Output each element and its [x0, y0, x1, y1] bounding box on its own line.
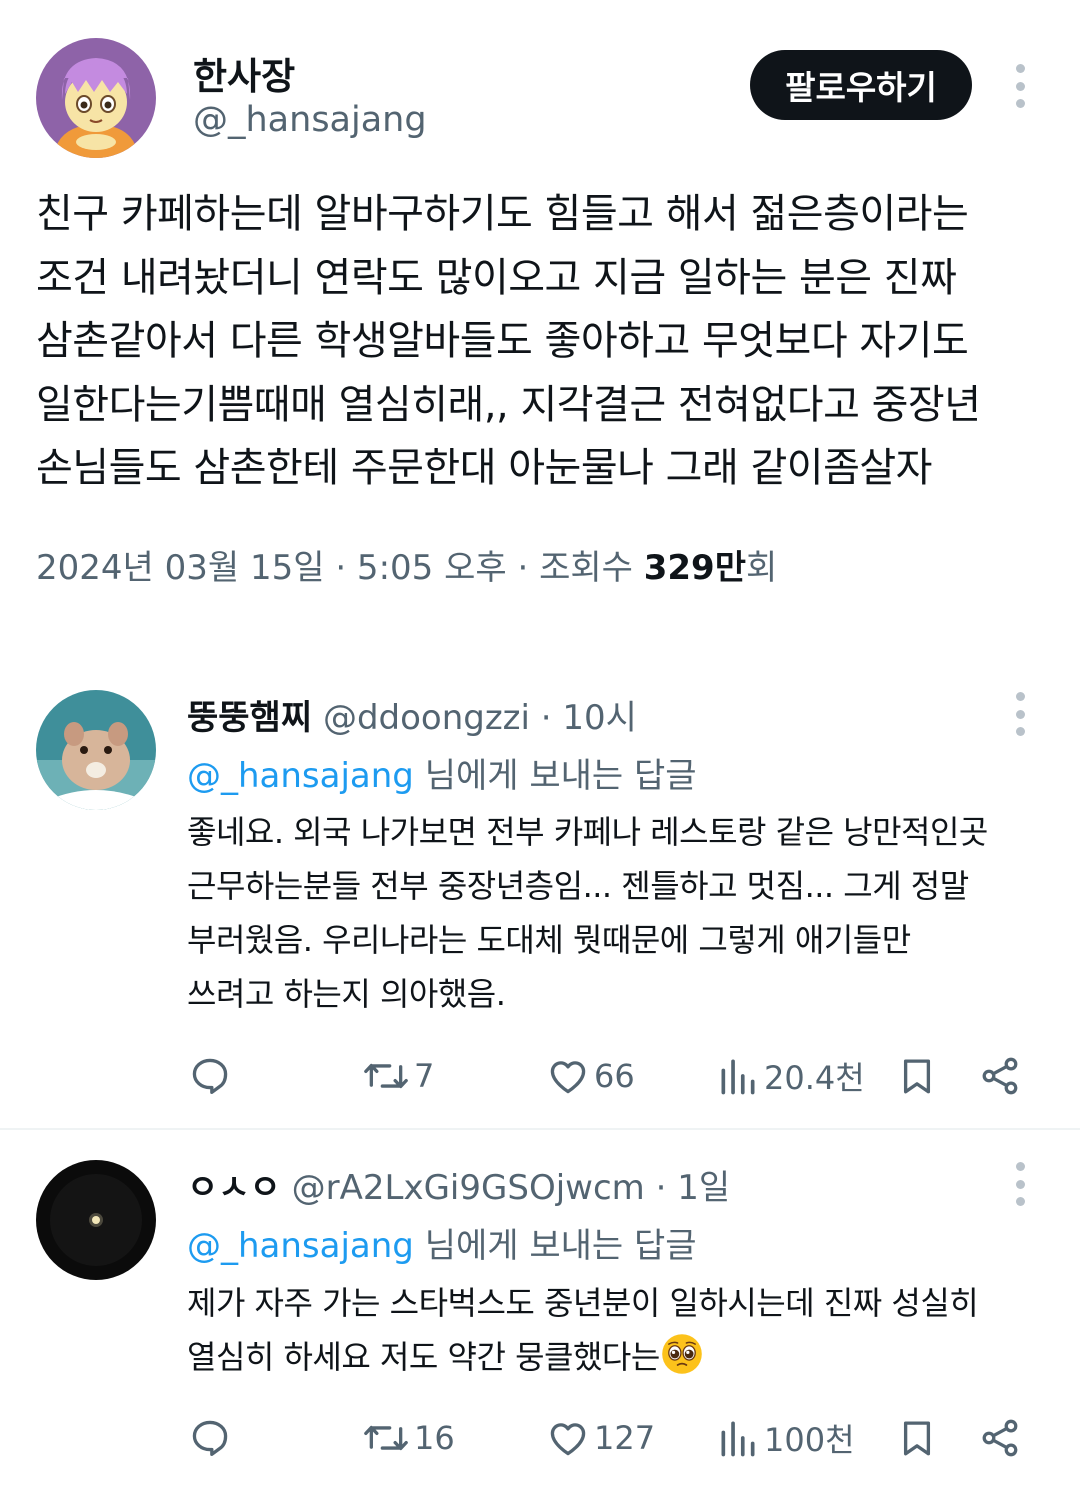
- retweet-icon: [364, 1063, 408, 1089]
- share-icon: [982, 1419, 1018, 1457]
- reply-text-segment: 열심히 하세요 저도 약간 뭉클했다는: [187, 1338, 660, 1376]
- heart-icon: [550, 1061, 586, 1094]
- cartoon-avatar-icon: [36, 38, 156, 158]
- replying-to-label: 님에게 보내는 답글: [413, 756, 697, 796]
- more-options-icon[interactable]: [1010, 692, 1030, 736]
- replying-to: @_hansajang 님에게 보내는 답글: [187, 1218, 697, 1267]
- retweet-button[interactable]: 7: [362, 1046, 434, 1106]
- like-button[interactable]: 127: [546, 1408, 655, 1468]
- bookmark-icon: [903, 1059, 931, 1094]
- views-button[interactable]: 100천: [716, 1408, 855, 1468]
- tweet-text-line: 손님들도 삼촌한테 주문한대 아눈물나 그래 같이좀살자: [36, 445, 932, 491]
- replying-to-label: 님에게 보내는 답글: [413, 1226, 697, 1266]
- retweet-count: 7: [414, 1057, 435, 1095]
- tweet-timestamp[interactable]: 2024년 03월 15일 · 5:05 오후 · 조회수: [36, 548, 644, 588]
- reply-text-line: 부러웠음. 우리나라는 도대체 뭣때문에 그렇게 애기들만: [187, 921, 911, 959]
- action-bar: 16 127 100천: [0, 1408, 1080, 1468]
- comment-icon: [192, 1420, 228, 1456]
- tweet-text-line: 조건 내려놨더니 연락도 많이오고 지금 일하는 분은 진짜: [36, 254, 957, 301]
- follow-button[interactable]: 팔로우하기: [750, 50, 972, 120]
- heart-icon: [550, 1423, 586, 1456]
- bar-chart-icon: [721, 1421, 755, 1457]
- reply-button[interactable]: [188, 1046, 232, 1106]
- bookmark-icon: [903, 1421, 931, 1456]
- retweet-count: 16: [414, 1419, 455, 1457]
- view-count: 329만: [643, 548, 746, 588]
- share-icon: [982, 1057, 1018, 1095]
- view-count: 20.4천: [764, 1059, 865, 1097]
- dark-sky-avatar-icon: [36, 1160, 156, 1280]
- tweet-text-line: 일한다는기쁨때매 열심히래,, 지각결근 전혀없다고 중장년: [36, 381, 981, 428]
- reply-handle[interactable]: @rA2LxGi9GSOjwcm: [292, 1168, 645, 1208]
- reply-display-name[interactable]: ㅇㅅㅇ: [187, 1168, 281, 1208]
- avatar[interactable]: [36, 1160, 156, 1280]
- like-count: 127: [594, 1419, 656, 1457]
- tweet-meta: 2024년 03월 15일 · 5:05 오후 · 조회수 329만회: [36, 540, 777, 589]
- reply-header: ㅇㅅㅇ @rA2LxGi9GSOjwcm · 1일: [187, 1160, 730, 1209]
- reply-text-line: 제가 자주 가는 스타벅스도 중년분이 일하시는데 진짜 성실히: [187, 1284, 979, 1322]
- retweet-button[interactable]: 16: [362, 1408, 455, 1468]
- hamster-avatar-icon: [36, 690, 156, 810]
- user-handle[interactable]: @_hansajang: [193, 100, 427, 140]
- reply-text-line: 열심히 하세요 저도 약간 뭉클했다는: [187, 1330, 1057, 1384]
- like-count: 66: [594, 1057, 635, 1095]
- reply-text-line: 좋네요. 외국 나가보면 전부 카페나 레스토랑 같은 낭만적인곳: [187, 813, 988, 851]
- reply-text-line: 쓰려고 하는지 의아했음.: [187, 975, 506, 1013]
- main-tweet-header: 한사장 @_hansajang 팔로우하기: [0, 0, 1080, 160]
- tweet-text: 친구 카페하는데 알바구하기도 힘들고 해서 젊은층이라는 조건 내려놨더니 연…: [36, 183, 1046, 501]
- comment-icon: [192, 1058, 228, 1094]
- tweet-text-line: 삼촌같아서 다른 학생알바들도 좋아하고 무엇보다 자기도: [36, 318, 969, 364]
- more-options-icon[interactable]: [1010, 64, 1030, 108]
- view-count-suffix: 회: [746, 548, 778, 588]
- share-button[interactable]: [978, 1408, 1022, 1468]
- mention-link[interactable]: @_hansajang: [187, 1226, 414, 1266]
- views-button[interactable]: 20.4천: [716, 1046, 865, 1106]
- pleading-face-icon: [661, 1334, 702, 1374]
- more-options-icon[interactable]: [1010, 1162, 1030, 1206]
- reply-handle[interactable]: @ddoongzzi: [323, 698, 530, 738]
- view-count: 100천: [764, 1421, 855, 1459]
- reply-time[interactable]: · 10시: [530, 698, 637, 738]
- mention-link[interactable]: @_hansajang: [187, 756, 414, 796]
- avatar[interactable]: [36, 38, 156, 158]
- bookmark-button[interactable]: [896, 1408, 938, 1468]
- replying-to: @_hansajang 님에게 보내는 답글: [187, 748, 697, 797]
- action-bar: 7 66 20.4천: [0, 1046, 1080, 1106]
- reply-button[interactable]: [188, 1408, 232, 1468]
- display-name[interactable]: 한사장: [193, 46, 295, 100]
- share-button[interactable]: [978, 1046, 1022, 1106]
- like-button[interactable]: 66: [546, 1046, 635, 1106]
- bookmark-button[interactable]: [896, 1046, 938, 1106]
- reply-display-name[interactable]: 뚱뚱햄찌: [187, 698, 312, 738]
- reply-header: 뚱뚱햄찌 @ddoongzzi · 10시: [187, 690, 637, 739]
- divider: [0, 1128, 1080, 1130]
- avatar[interactable]: [36, 690, 156, 810]
- reply-text: 제가 자주 가는 스타벅스도 중년분이 일하시는데 진짜 성실히 열심히 하세요…: [187, 1276, 1057, 1384]
- retweet-icon: [364, 1425, 408, 1451]
- reply-text-line: 근무하는분들 전부 중장년층임... 젠틀하고 멋짐... 그게 정말: [187, 867, 969, 905]
- tweet-text-line: 친구 카페하는데 알바구하기도 힘들고 해서 젊은층이라는: [36, 191, 969, 237]
- reply-text: 좋네요. 외국 나가보면 전부 카페나 레스토랑 같은 낭만적인곳 근무하는분들…: [187, 805, 1057, 1021]
- reply-time[interactable]: · 1일: [645, 1168, 731, 1208]
- bar-chart-icon: [721, 1059, 755, 1095]
